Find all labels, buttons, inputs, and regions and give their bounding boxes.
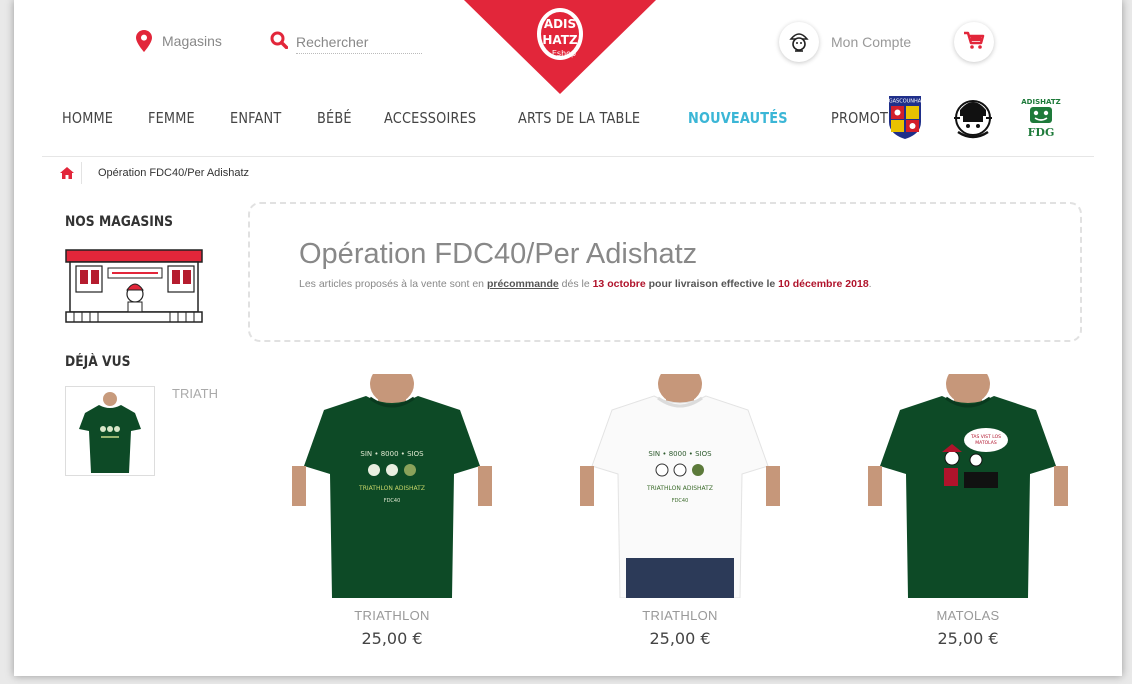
logo-sub: Eshop bbox=[552, 49, 576, 58]
nav-bebe[interactable]: BÉBÉ bbox=[317, 109, 352, 127]
product-name[interactable]: MATOLAS bbox=[868, 608, 1068, 623]
nav-divider bbox=[42, 156, 1094, 157]
collection-intro: Opération FDC40/Per Adishatz Les article… bbox=[248, 202, 1082, 342]
search-icon[interactable] bbox=[270, 31, 289, 54]
fdg-logo-icon[interactable]: ADISHATZ FDG bbox=[1020, 96, 1062, 140]
account-avatar-icon bbox=[779, 22, 819, 62]
stores-link[interactable]: Magasins bbox=[136, 30, 222, 52]
account-label: Mon Compte bbox=[831, 34, 912, 50]
product-image[interactable]: TAS VIST LOS MATOLAS bbox=[868, 374, 1068, 598]
svg-text:ADISHATZ: ADISHATZ bbox=[1021, 98, 1060, 106]
collection-title: Opération FDC40/Per Adishatz bbox=[299, 238, 698, 270]
cart-button[interactable] bbox=[954, 22, 994, 62]
character-logo-icon[interactable] bbox=[952, 96, 994, 140]
svg-text:TAS VIST LOS: TAS VIST LOS bbox=[970, 434, 1001, 440]
main-nav: HOMME FEMME ENFANT BÉBÉ ACCESSOIRES ARTS… bbox=[62, 92, 962, 144]
svg-text:FDC40: FDC40 bbox=[672, 498, 689, 504]
svg-text:SIN • 8000 • SIOS: SIN • 8000 • SIOS bbox=[648, 450, 712, 458]
stores-section-title: NOS MAGASINS bbox=[65, 214, 174, 230]
account-link[interactable]: Mon Compte bbox=[779, 22, 911, 62]
svg-text:TRIATHLON ADISHATZ: TRIATHLON ADISHATZ bbox=[358, 485, 425, 492]
product-price: 25,00 € bbox=[361, 629, 423, 648]
search-box bbox=[270, 30, 422, 54]
recently-viewed-label[interactable]: TRIATHLON bbox=[172, 386, 218, 401]
product-price: 25,00 € bbox=[649, 629, 711, 648]
nav-arts-de-la-table[interactable]: ARTS DE LA TABLE bbox=[518, 109, 640, 127]
recently-viewed-thumbnail[interactable] bbox=[65, 386, 155, 476]
page-frame: Magasins ADIS HATZ Eshop Mon Compte bbox=[14, 0, 1122, 676]
cart-icon bbox=[963, 30, 985, 55]
logo-text-bottom: HATZ bbox=[542, 33, 578, 47]
svg-text:MATOLAS: MATOLAS bbox=[975, 440, 997, 446]
top-bar: Magasins ADIS HATZ Eshop Mon Compte bbox=[14, 0, 1122, 94]
nav-enfant[interactable]: ENFANT bbox=[230, 109, 281, 127]
svg-text:TRIATHLON ADISHATZ: TRIATHLON ADISHATZ bbox=[646, 485, 713, 492]
adishatz-logo[interactable]: ADIS HATZ Eshop bbox=[464, 0, 656, 96]
map-pin-icon bbox=[136, 30, 152, 52]
logo-text-top: ADIS bbox=[544, 17, 576, 31]
store-illustration[interactable] bbox=[64, 246, 204, 324]
breadcrumb: Opération FDC40/Per Adishatz bbox=[52, 162, 249, 184]
home-icon[interactable] bbox=[52, 162, 82, 184]
breadcrumb-current: Opération FDC40/Per Adishatz bbox=[98, 167, 250, 179]
nav-homme[interactable]: HOMME bbox=[62, 109, 113, 127]
svg-text:SIN • 8000 • SIOS: SIN • 8000 • SIOS bbox=[360, 450, 424, 458]
nav-femme[interactable]: FEMME bbox=[148, 109, 195, 127]
svg-text:FDC40: FDC40 bbox=[384, 498, 401, 504]
nav-badges: GASCOUNHA ADISHATZ FDG bbox=[884, 96, 1062, 140]
product-name[interactable]: TRIATHLON bbox=[580, 608, 780, 623]
product-card[interactable]: SIN • 8000 • SIOS TRIATHLON ADISHATZ FDC… bbox=[292, 374, 492, 648]
gascony-crest-label: GASCOUNHA bbox=[889, 99, 922, 105]
product-price: 25,00 € bbox=[937, 629, 999, 648]
product-card[interactable]: SIN • 8000 • SIOS TRIATHLON ADISHATZ FDC… bbox=[580, 374, 780, 648]
product-image[interactable]: SIN • 8000 • SIOS TRIATHLON ADISHATZ FDC… bbox=[580, 374, 780, 598]
product-card[interactable]: TAS VIST LOS MATOLAS MATOLAS 25,00 € bbox=[868, 374, 1068, 648]
nav-accessoires[interactable]: ACCESSOIRES bbox=[384, 109, 476, 127]
precommande-link[interactable]: précommande bbox=[487, 278, 559, 290]
nav-nouveautes[interactable]: NOUVEAUTÉS bbox=[688, 109, 788, 127]
collection-description: Les articles proposés à la vente sont en… bbox=[299, 278, 872, 290]
fdg-logo-label: FDG bbox=[1028, 126, 1055, 139]
stores-label: Magasins bbox=[162, 33, 222, 49]
gascony-crest-icon[interactable]: GASCOUNHA bbox=[884, 96, 926, 140]
search-input[interactable] bbox=[296, 30, 422, 54]
product-image[interactable]: SIN • 8000 • SIOS TRIATHLON ADISHATZ FDC… bbox=[292, 374, 492, 598]
product-name[interactable]: TRIATHLON bbox=[292, 608, 492, 623]
recently-viewed-title: DÉJÀ VUS bbox=[65, 354, 131, 370]
